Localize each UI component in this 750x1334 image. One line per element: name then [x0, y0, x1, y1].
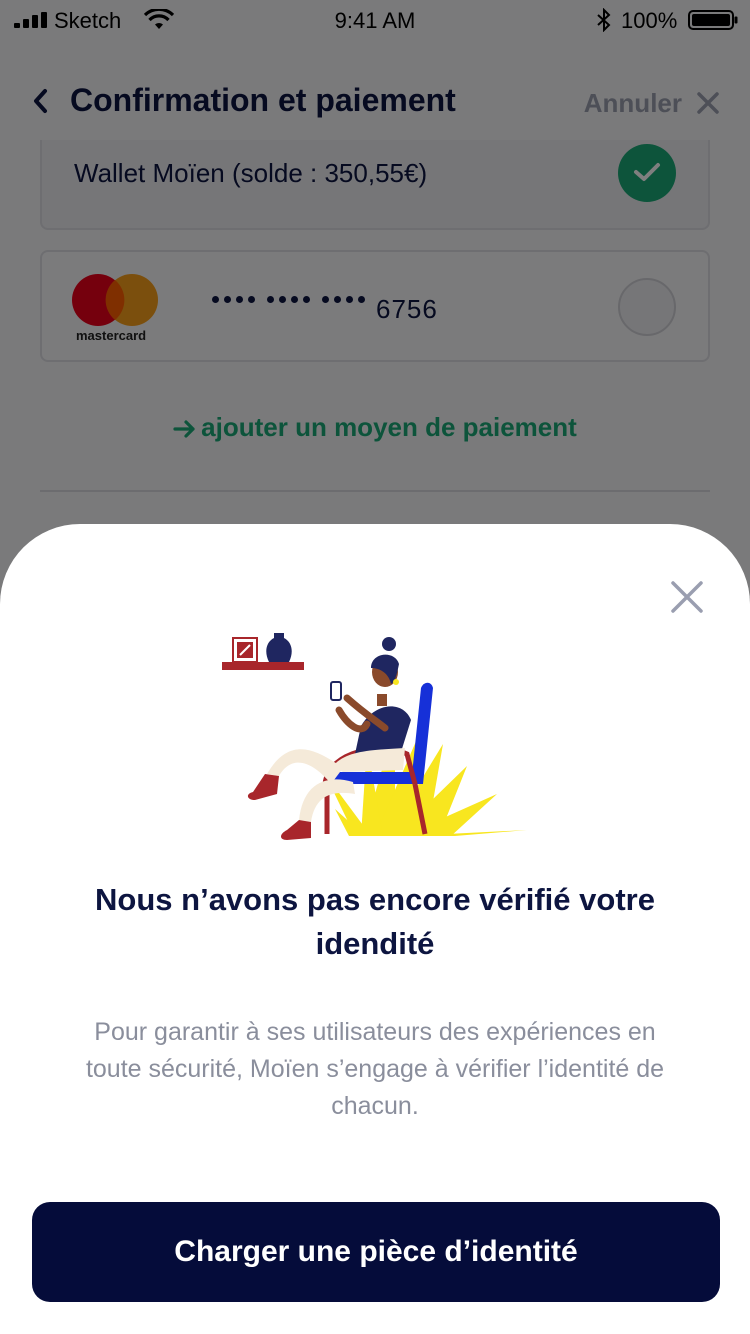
- identity-verification-sheet: Nous n’avons pas encore vérifié votre id…: [0, 524, 750, 1334]
- upload-id-button[interactable]: Charger une pièce d’identité: [32, 1202, 720, 1302]
- sheet-description: Pour garantir à ses utilisateurs des exp…: [85, 1018, 665, 1120]
- upload-id-label: Charger une pièce d’identité: [174, 1235, 578, 1268]
- woman-on-chair-illustration: [222, 633, 527, 840]
- close-icon[interactable]: [670, 580, 704, 614]
- sheet-title: Nous n’avons pas encore vérifié votre id…: [95, 882, 655, 961]
